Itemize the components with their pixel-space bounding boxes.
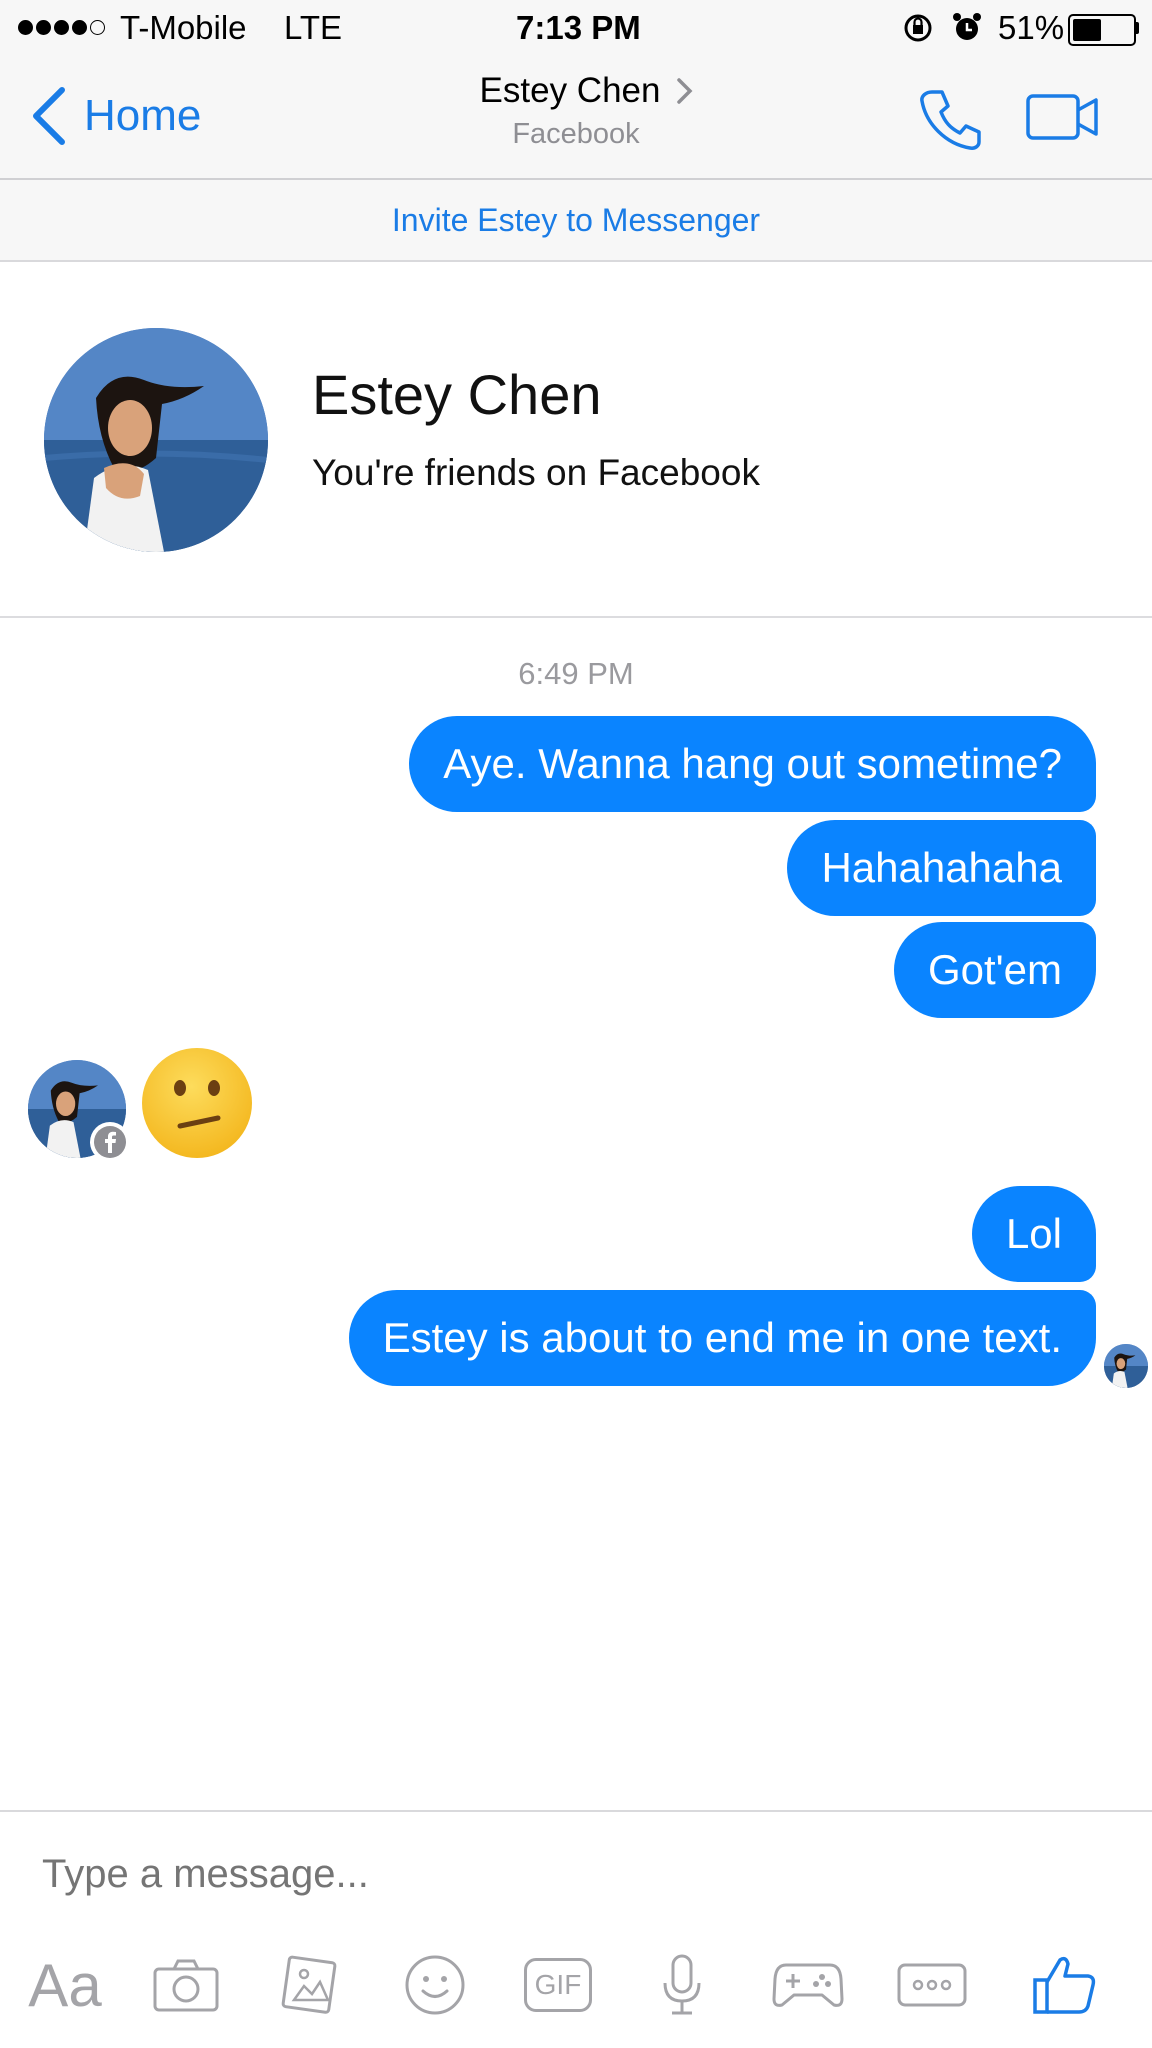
outgoing-message[interactable]: Lol <box>971 1186 1096 1282</box>
camera-icon <box>153 1959 219 2012</box>
more-button[interactable] <box>894 1950 970 2020</box>
signal-strength-icon <box>18 20 105 35</box>
photo-gallery-button[interactable] <box>278 1950 344 2020</box>
composer-divider <box>0 1810 1152 1812</box>
message-input[interactable] <box>40 1840 1104 1908</box>
outgoing-message[interactable]: Estey is about to end me in one text. <box>348 1290 1096 1386</box>
invite-link[interactable]: Invite Estey to Messenger <box>0 180 1152 260</box>
battery-tip <box>1134 22 1139 34</box>
voice-button[interactable] <box>652 1950 712 2020</box>
facebook-icon <box>94 1126 126 1158</box>
gallery-icon <box>281 1955 337 2014</box>
confused-face-icon[interactable] <box>140 1046 254 1160</box>
navigation-bar: Home Estey Chen Facebook <box>0 58 1152 180</box>
read-receipt-photo <box>1104 1344 1148 1388</box>
more-icon <box>897 1963 967 2007</box>
back-label: Home <box>84 91 202 140</box>
carrier-label: T-Mobile <box>120 9 247 46</box>
microphone-icon <box>663 1954 701 2015</box>
gif-icon: GIF <box>524 1958 592 2012</box>
orientation-lock-icon <box>904 14 932 42</box>
phone-icon[interactable] <box>918 86 984 152</box>
like-button[interactable] <box>1030 1950 1100 2020</box>
text-format-label: Aa <box>28 1951 102 2019</box>
gif-label: GIF <box>534 1969 582 2000</box>
battery-icon <box>1068 14 1136 46</box>
profile-status: You're friends on Facebook <box>312 452 760 493</box>
thumbs-up-icon <box>1033 1956 1096 2014</box>
message-timestamp: 6:49 PM <box>518 656 634 691</box>
text-format-button[interactable]: Aa <box>20 1950 110 2020</box>
back-button[interactable]: Home <box>30 86 201 146</box>
chevron-left-icon <box>33 87 65 145</box>
chevron-right-icon <box>677 78 693 104</box>
game-controller-icon <box>772 1963 844 2007</box>
outgoing-message[interactable]: Hahahahaha <box>787 820 1096 916</box>
contact-header[interactable]: Estey Chen Facebook <box>376 66 776 152</box>
facebook-badge <box>90 1122 130 1162</box>
smiley-icon <box>405 1955 465 2015</box>
status-bar: T-Mobile LTE 7:13 PM 51% <box>0 0 1152 58</box>
clock: 7:13 PM <box>516 9 641 46</box>
contact-subtitle: Facebook <box>512 118 640 150</box>
profile-name: Estey Chen <box>312 363 602 426</box>
read-receipt-avatar <box>1104 1344 1148 1388</box>
games-button[interactable] <box>770 1950 846 2020</box>
battery-percent: 51% <box>998 9 1065 46</box>
contact-name: Estey Chen <box>479 71 661 110</box>
network-label: LTE <box>284 9 343 46</box>
gif-button[interactable]: GIF <box>520 1950 596 2020</box>
invite-banner[interactable]: Invite Estey to Messenger <box>0 180 1152 262</box>
outgoing-message[interactable]: Got'em <box>893 922 1096 1018</box>
profile-header: Estey Chen You're friends on Facebook <box>0 262 1152 618</box>
camera-button[interactable] <box>150 1950 222 2020</box>
outgoing-message[interactable]: Aye. Wanna hang out sometime? <box>409 716 1096 812</box>
alarm-icon <box>953 13 981 40</box>
video-camera-icon[interactable] <box>1026 92 1100 142</box>
profile-photo <box>44 328 268 552</box>
profile-avatar[interactable] <box>44 328 268 552</box>
emoji-button[interactable] <box>402 1950 468 2020</box>
